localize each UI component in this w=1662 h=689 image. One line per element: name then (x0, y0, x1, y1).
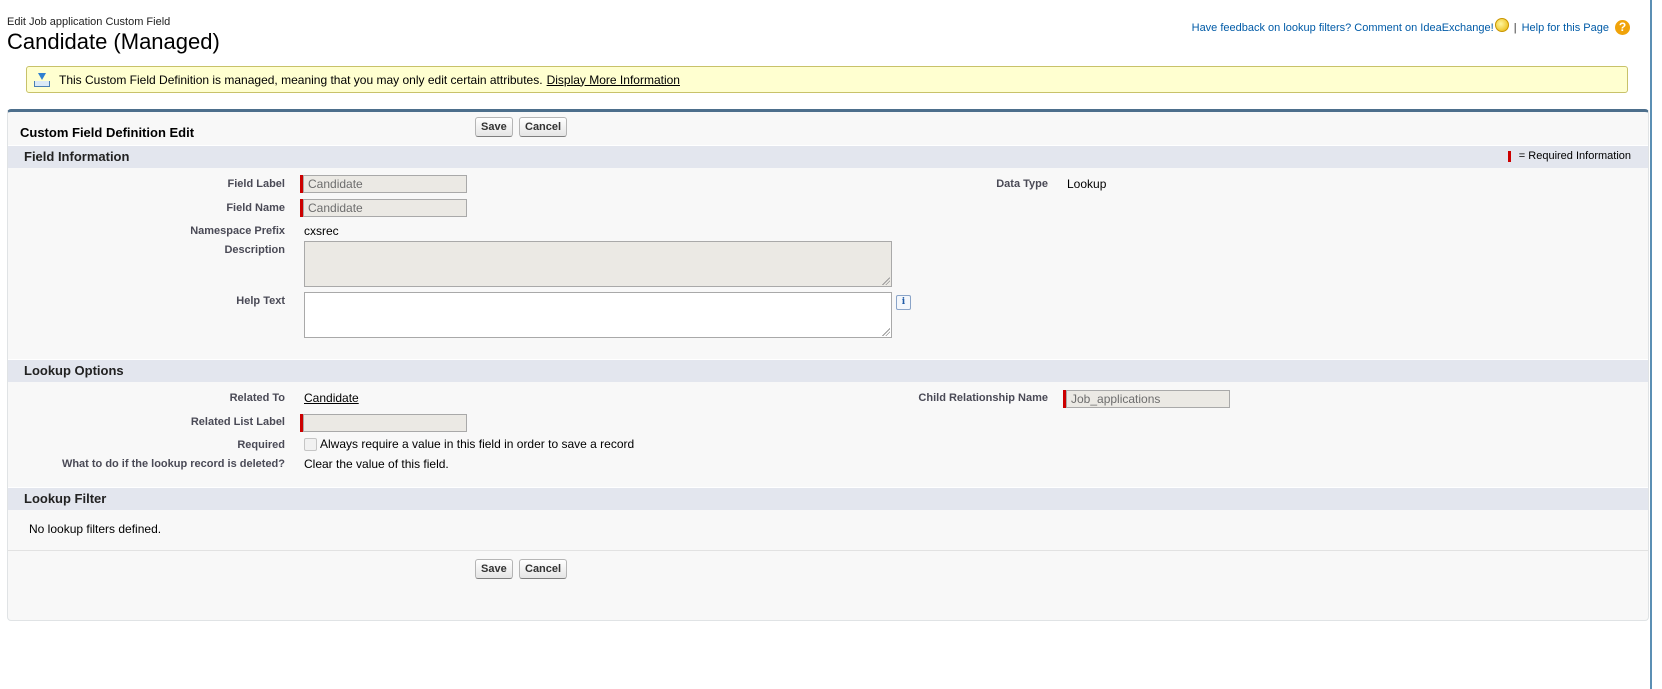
required-indicator (1507, 150, 1511, 162)
cancel-button-top[interactable]: Cancel (519, 117, 568, 137)
idea-exchange-icon (1494, 17, 1509, 32)
section-title-lookup-options: Lookup Options (24, 363, 124, 378)
help-text-textarea[interactable] (304, 292, 892, 338)
field-label-label: Field Label (227, 178, 285, 190)
required-checkbox-text: Always require a value in this field in … (320, 437, 635, 451)
page-header: Edit Job application Custom Field Candid… (7, 15, 220, 55)
data-type-label: Data Type (996, 178, 1048, 190)
cancel-button-bottom[interactable]: Cancel (519, 559, 568, 579)
related-list-label-label: Related List Label (190, 416, 285, 428)
managed-info-banner: This Custom Field Definition is managed,… (26, 66, 1628, 93)
related-to-link[interactable]: Candidate (304, 391, 359, 405)
section-title-field-information: Field Information (24, 149, 130, 164)
save-button-bottom[interactable]: Save (475, 559, 513, 579)
child-relationship-label: Child Relationship Name (918, 392, 1048, 404)
required-legend-text: = Required Information (1518, 150, 1631, 162)
child-relationship-input[interactable]: Job_applications (1066, 390, 1230, 408)
no-lookup-filters-text: No lookup filters defined. (29, 522, 162, 536)
required-label: Required (237, 439, 285, 451)
page-title: Candidate (Managed) (7, 29, 220, 54)
namespace-prefix-value: cxsrec (304, 224, 339, 238)
required-legend: = Required Information (1507, 150, 1631, 162)
link-separator: | (1513, 21, 1517, 34)
related-list-label-input[interactable] (303, 414, 467, 432)
field-name-label: Field Name (226, 202, 285, 214)
namespace-prefix-label: Namespace Prefix (190, 225, 285, 237)
section-field-information: Field Information = Required Information (8, 145, 1648, 168)
description-label: Description (224, 244, 285, 256)
field-name-input[interactable]: Candidate (303, 199, 467, 217)
related-to-label: Related To (229, 392, 285, 404)
download-icon (34, 72, 50, 87)
section-title-lookup-filter: Lookup Filter (24, 491, 107, 506)
field-definition-edit-block: Custom Field Definition Edit Save Cancel… (7, 109, 1649, 621)
help-info-icon[interactable]: i (896, 295, 911, 310)
lookup-deleted-value: Clear the value of this field. (304, 457, 449, 471)
description-textarea[interactable] (304, 241, 892, 287)
data-type-value: Lookup (1067, 177, 1107, 191)
save-button-top[interactable]: Save (475, 117, 513, 137)
page-block-title: Custom Field Definition Edit (20, 125, 195, 140)
resize-grip-icon[interactable] (882, 277, 890, 285)
help-text-label: Help Text (236, 295, 285, 307)
lookup-deleted-label: What to do if the lookup record is delet… (61, 458, 285, 470)
required-checkbox[interactable] (304, 438, 317, 451)
resize-grip-icon[interactable] (882, 328, 890, 336)
field-label-input[interactable]: Candidate (303, 175, 467, 193)
footer-divider (8, 550, 1648, 551)
help-links: Have feedback on lookup filters? Comment… (1192, 17, 1630, 35)
page-subtitle: Edit Job application Custom Field (7, 16, 171, 28)
window-edge (1650, 0, 1662, 689)
page: Edit Job application Custom Field Candid… (0, 0, 1662, 689)
help-icon[interactable]: ? (1615, 20, 1630, 35)
feedback-link[interactable]: Have feedback on lookup filters? Comment… (1192, 22, 1494, 34)
section-lookup-filter: Lookup Filter (8, 487, 1648, 510)
help-for-page-link[interactable]: Help for this Page (1522, 22, 1609, 34)
display-more-info-link[interactable]: Display More Information (547, 73, 680, 87)
section-lookup-options: Lookup Options (8, 359, 1648, 382)
banner-text: This Custom Field Definition is managed,… (59, 72, 543, 87)
